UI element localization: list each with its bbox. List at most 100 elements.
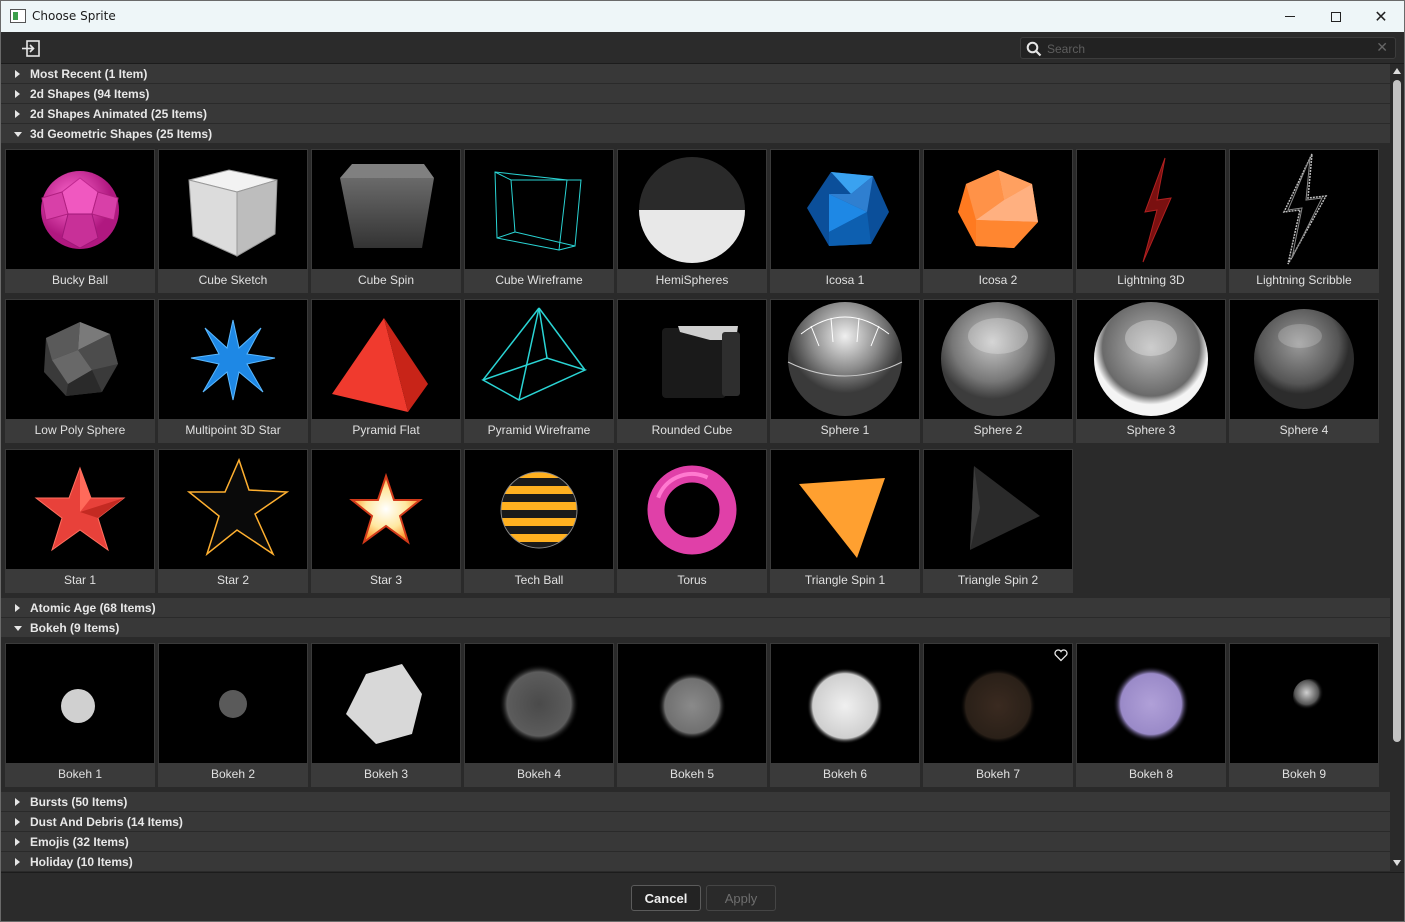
sprite-name: Bucky Ball [51,273,109,287]
sprite-thumbnail [771,450,919,569]
sprite-thumbnail [1230,300,1378,419]
sprite-name: Bokeh 7 [975,767,1021,781]
close-button[interactable]: ✕ [1358,1,1404,32]
category-emojis[interactable]: Emojis (32 Items) [1,832,1390,852]
title-bar: Choose Sprite ✕ [1,1,1404,32]
sprite-tile-bokeh-8[interactable]: Bokeh 8 [1076,643,1226,787]
favorite-heart-icon[interactable] [1053,647,1069,663]
category-label: Bokeh (9 Items) [30,621,120,635]
sprite-tile-low-poly-sphere[interactable]: Low Poly Sphere [5,299,155,443]
sprite-name: Multipoint 3D Star [185,423,281,437]
sprite-thumbnail [312,150,460,269]
category-3d-geometric-shapes[interactable]: 3d Geometric Shapes (25 Items) [1,124,1390,144]
sprite-tile-sphere-1[interactable]: Sphere 1 [770,299,920,443]
sprite-tile-bokeh-9[interactable]: Bokeh 9 [1229,643,1379,787]
sprite-thumbnail [1077,150,1225,269]
category-bokeh[interactable]: Bokeh (9 Items) [1,618,1390,638]
sprite-tile-cube-wireframe[interactable]: Cube Wireframe [464,149,614,293]
sprite-tile-bokeh-2[interactable]: Bokeh 2 [158,643,308,787]
sprite-tile-lightning-3d[interactable]: Lightning 3D [1076,149,1226,293]
sprite-thumbnail [465,644,613,763]
sprite-name: Star 3 [369,573,402,587]
sprite-tile-triangle-spin-2[interactable]: Triangle Spin 2 [923,449,1073,593]
clear-search-icon[interactable]: ✕ [1376,40,1388,56]
scroll-down-arrow-icon[interactable] [1393,860,1401,866]
sprite-tile-lightning-scribble[interactable]: Lightning Scribble [1229,149,1379,293]
sprite-name: Cube Wireframe [495,273,583,287]
sprite-tile-sphere-2[interactable]: Sphere 2 [923,299,1073,443]
sprite-name: Sphere 2 [973,423,1023,437]
expand-arrow-icon [15,798,20,806]
category-label: Bursts (50 Items) [30,795,128,809]
sprite-name: Bokeh 1 [57,767,103,781]
expand-arrow-icon [15,604,20,612]
sprite-thumbnail [465,450,613,569]
sprite-tile-bokeh-1[interactable]: Bokeh 1 [5,643,155,787]
sprite-name: Triangle Spin 2 [957,573,1039,587]
sprite-tile-bokeh-5[interactable]: Bokeh 5 [617,643,767,787]
sprite-thumbnail [771,150,919,269]
sprite-tile-torus[interactable]: Torus [617,449,767,593]
sprite-tile-sphere-4[interactable]: Sphere 4 [1229,299,1379,443]
sprite-name: Bokeh 9 [1281,767,1327,781]
sprite-tile-cube-spin[interactable]: Cube Spin [311,149,461,293]
expand-arrow-icon [15,818,20,826]
sprite-thumbnail [1077,644,1225,763]
sprite-name: Bokeh 8 [1128,767,1174,781]
category-holiday[interactable]: Holiday (10 Items) [1,852,1390,872]
category-label: Dust And Debris (14 Items) [30,815,183,829]
minimize-button[interactable] [1267,1,1313,32]
sprite-tile-icosa-2[interactable]: Icosa 2 [923,149,1073,293]
scroll-thumb[interactable] [1393,80,1401,742]
sprite-tile-bokeh-6[interactable]: Bokeh 6 [770,643,920,787]
expand-arrow-icon [15,858,20,866]
sprite-name: Sphere 4 [1279,423,1329,437]
category-most-recent[interactable]: Most Recent (1 Item) [1,64,1390,84]
sprite-tile-tech-ball[interactable]: Tech Ball [464,449,614,593]
sprite-tile-sphere-3[interactable]: Sphere 3 [1076,299,1226,443]
sprite-tile-star-1[interactable]: Star 1 [5,449,155,593]
search-input[interactable] [1047,40,1367,57]
category-bursts[interactable]: Bursts (50 Items) [1,792,1390,812]
sprite-name: Star 1 [63,573,96,587]
import-icon[interactable] [21,40,41,57]
sprite-name: Tech Ball [514,573,564,587]
category-dust-and-debris[interactable]: Dust And Debris (14 Items) [1,812,1390,832]
sprite-tile-cube-sketch[interactable]: Cube Sketch [158,149,308,293]
sprite-tile-triangle-spin-1[interactable]: Triangle Spin 1 [770,449,920,593]
vertical-scrollbar[interactable] [1391,64,1404,872]
sprite-tile-icosa-1[interactable]: Icosa 1 [770,149,920,293]
dialog-footer: Cancel Apply [1,872,1404,921]
sprite-tile-multipoint-3d-star[interactable]: Multipoint 3D Star [158,299,308,443]
sprite-name: Bokeh 2 [210,767,256,781]
sprite-name: Icosa 2 [978,273,1018,287]
maximize-button[interactable] [1313,1,1359,32]
sprite-tile-bokeh-4[interactable]: Bokeh 4 [464,643,614,787]
category-2d-shapes-animated[interactable]: 2d Shapes Animated (25 Items) [1,104,1390,124]
sprite-thumbnail [6,300,154,419]
choose-sprite-dialog: Choose Sprite ✕ ✕ Most Recent (1 Item) 2… [0,0,1405,922]
sprite-tile-bokeh-7[interactable]: Bokeh 7 [923,643,1073,787]
apply-button[interactable]: Apply [706,885,776,911]
sprite-tile-bokeh-3[interactable]: Bokeh 3 [311,643,461,787]
search-icon [1026,41,1042,57]
cancel-button[interactable]: Cancel [631,885,701,911]
sprite-name: Cube Sketch [198,273,268,287]
sprite-tile-pyramid-flat[interactable]: Pyramid Flat [311,299,461,443]
sprite-tile-bucky-ball[interactable]: Bucky Ball [5,149,155,293]
sprite-tile-star-3[interactable]: Star 3 [311,449,461,593]
sprite-thumbnail [6,150,154,269]
scroll-up-arrow-icon[interactable] [1393,68,1401,74]
category-2d-shapes[interactable]: 2d Shapes (94 Items) [1,84,1390,104]
sprite-name: Icosa 1 [825,273,865,287]
sprite-tile-pyramid-wireframe[interactable]: Pyramid Wireframe [464,299,614,443]
category-atomic-age[interactable]: Atomic Age (68 Items) [1,598,1390,618]
sprite-name: Lightning 3D [1117,273,1185,287]
sprite-tile-hemispheres[interactable]: HemiSpheres [617,149,767,293]
sprite-thumbnail [159,644,307,763]
sprite-tile-rounded-cube[interactable]: Rounded Cube [617,299,767,443]
sprite-tile-star-2[interactable]: Star 2 [158,449,308,593]
sprite-thumbnail [1230,644,1378,763]
expand-arrow-icon [15,70,20,78]
sprite-name: Bokeh 4 [516,767,562,781]
